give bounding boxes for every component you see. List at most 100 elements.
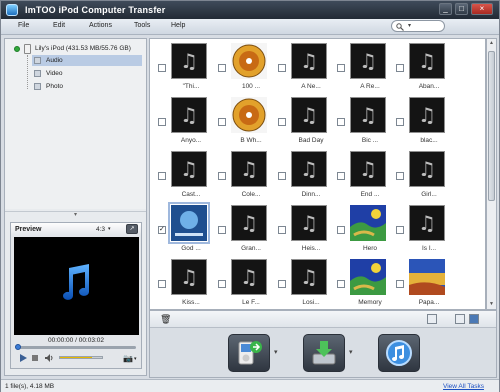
search-input[interactable]: ▾ [391, 20, 445, 32]
menu-help[interactable]: Help [171, 22, 185, 29]
item-checkbox[interactable] [218, 226, 226, 234]
media-item[interactable]: ♫ Le F... [218, 255, 276, 309]
music-note-icon[interactable]: ♫ [350, 151, 386, 187]
media-item[interactable]: ♫ Losi... [278, 255, 336, 309]
media-item[interactable]: ♫ Gran... [218, 201, 276, 261]
export-to-pc-button[interactable] [303, 334, 345, 372]
snapshot-icon[interactable]: 📷 [123, 354, 133, 363]
media-item[interactable]: ♫ Is I... [396, 201, 454, 261]
item-checkbox[interactable] [218, 64, 226, 72]
search-dropdown-icon[interactable]: ▾ [408, 22, 411, 29]
music-note-icon[interactable]: ♫ [231, 205, 267, 241]
album-art-cd[interactable] [231, 43, 267, 79]
panel-splitter[interactable]: ▾ [5, 211, 146, 219]
album-art[interactable] [350, 259, 386, 295]
item-checkbox[interactable] [337, 118, 345, 126]
chevron-down-icon[interactable]: ▾ [108, 226, 111, 232]
item-checkbox[interactable] [278, 226, 286, 234]
music-note-icon[interactable]: ♫ [171, 43, 207, 79]
play-icon[interactable] [19, 354, 28, 362]
tree-item-audio[interactable]: Audio [32, 55, 142, 66]
media-item[interactable]: ♫ Dinn... [278, 147, 336, 207]
seek-handle[interactable] [15, 344, 21, 350]
music-note-icon[interactable]: ♫ [171, 259, 207, 295]
music-note-icon[interactable]: ♫ [409, 43, 445, 79]
media-item[interactable]: ♫ Girl... [396, 147, 454, 207]
album-art-cd[interactable] [231, 97, 267, 133]
item-checkbox[interactable] [158, 64, 166, 72]
item-checkbox[interactable] [218, 280, 226, 288]
media-item[interactable]: Memory [337, 255, 395, 309]
item-checkbox[interactable] [158, 225, 166, 234]
music-note-icon[interactable]: ♫ [291, 259, 327, 295]
media-item[interactable]: ♫ A Ne... [278, 39, 336, 99]
minimize-button[interactable]: _ [439, 3, 452, 15]
item-checkbox[interactable] [337, 226, 345, 234]
info-view-icon[interactable] [427, 314, 437, 324]
album-art[interactable] [409, 259, 445, 295]
scroll-thumb[interactable] [488, 51, 495, 201]
media-item[interactable]: Hero [337, 201, 395, 261]
media-item[interactable]: ♫ Cast... [158, 147, 216, 207]
scroll-up-icon[interactable]: ▲ [487, 39, 496, 48]
item-checkbox[interactable] [278, 118, 286, 126]
music-note-icon[interactable]: ♫ [291, 97, 327, 133]
export-to-itunes-button[interactable] [378, 334, 420, 372]
music-note-icon[interactable]: ♫ [171, 97, 207, 133]
transfer-to-ipod-button[interactable] [228, 334, 270, 372]
music-note-icon[interactable]: ♫ [409, 151, 445, 187]
music-note-icon[interactable]: ♫ [350, 97, 386, 133]
media-item[interactable]: 100 ... [218, 39, 276, 99]
item-checkbox[interactable] [158, 172, 166, 180]
menu-file[interactable]: File [18, 22, 29, 29]
item-checkbox[interactable] [218, 172, 226, 180]
media-item[interactable]: ♫ Cole... [218, 147, 276, 207]
album-art[interactable] [168, 202, 210, 244]
volume-slider[interactable] [59, 356, 103, 359]
trash-icon[interactable]: 🗑 [160, 314, 171, 325]
media-item[interactable]: ♫ End ... [337, 147, 395, 207]
chevron-down-icon[interactable]: ▾ [274, 348, 278, 356]
media-item[interactable]: ♫ Bad Day [278, 93, 336, 153]
media-item[interactable]: ♫ A Re... [337, 39, 395, 99]
item-checkbox[interactable] [218, 118, 226, 126]
music-note-icon[interactable]: ♫ [171, 151, 207, 187]
popout-button[interactable]: ↗ [126, 224, 138, 234]
thumbnail-view-icon[interactable] [469, 314, 479, 324]
music-note-icon[interactable]: ♫ [231, 259, 267, 295]
menu-tools[interactable]: Tools [134, 22, 150, 29]
item-checkbox[interactable] [337, 64, 345, 72]
media-item[interactable]: ♫ Anyo... [158, 93, 216, 153]
music-note-icon[interactable]: ♫ [409, 205, 445, 241]
stop-icon[interactable] [31, 354, 40, 362]
menu-actions[interactable]: Actions [89, 22, 112, 29]
media-item[interactable]: ♫ "Thi... [158, 39, 216, 99]
music-note-icon[interactable]: ♫ [409, 97, 445, 133]
chevron-down-icon[interactable]: ▾ [349, 348, 353, 356]
item-checkbox[interactable] [278, 280, 286, 288]
media-item[interactable]: God ... [158, 201, 216, 261]
menu-edit[interactable]: Edit [53, 22, 65, 29]
maximize-button[interactable]: □ [455, 3, 468, 15]
music-note-icon[interactable]: ♫ [291, 205, 327, 241]
media-item[interactable]: Papa... [396, 255, 454, 309]
item-checkbox[interactable] [337, 172, 345, 180]
music-note-icon[interactable]: ♫ [231, 151, 267, 187]
item-checkbox[interactable] [396, 280, 404, 288]
media-item[interactable]: ♫ Heis... [278, 201, 336, 261]
close-button[interactable]: × [471, 3, 493, 15]
media-item[interactable]: ♫ Aban... [396, 39, 454, 99]
media-item[interactable]: ♫ Bic ... [337, 93, 395, 153]
item-checkbox[interactable] [396, 64, 404, 72]
media-scrollbar[interactable]: ▲ ▼ [486, 38, 497, 310]
item-checkbox[interactable] [278, 64, 286, 72]
volume-icon[interactable] [45, 354, 54, 362]
tree-item-video[interactable]: Video [32, 68, 142, 79]
item-checkbox[interactable] [337, 280, 345, 288]
media-item[interactable]: B Wh... [218, 93, 276, 153]
item-checkbox[interactable] [396, 226, 404, 234]
item-checkbox[interactable] [158, 118, 166, 126]
view-all-tasks-link[interactable]: View All Tasks [443, 383, 484, 390]
album-art[interactable] [350, 205, 386, 241]
music-note-icon[interactable]: ♫ [291, 151, 327, 187]
